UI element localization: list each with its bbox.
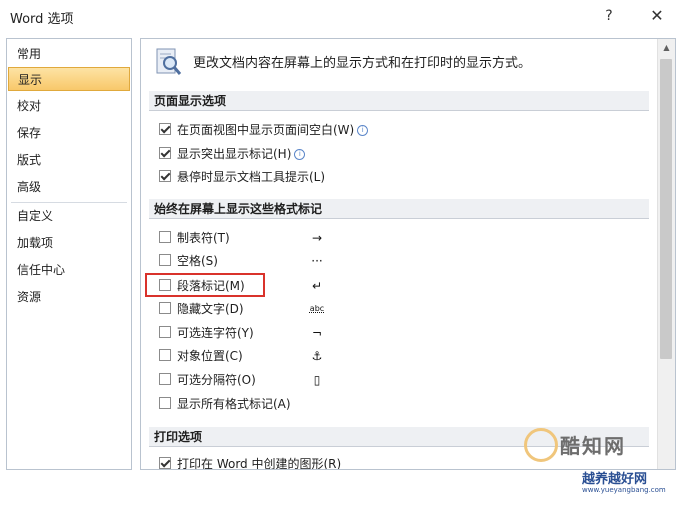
anchor-icon: ⚓ <box>311 349 323 363</box>
checkbox[interactable] <box>159 302 171 314</box>
break-mark-icon: ▯ <box>313 373 321 387</box>
nav-item-advanced[interactable]: 高级 <box>8 175 130 199</box>
annotation-highlight <box>145 273 265 297</box>
watermark-brand: 酷知网 <box>560 434 626 458</box>
hyphen-mark-icon: ¬ <box>311 326 323 340</box>
watermark-brand-secondary: 越养越好网 <box>582 472 648 487</box>
title-bar: Word 选项 ? ✕ <box>0 0 682 32</box>
info-icon: i <box>357 125 369 136</box>
info-icon: i <box>294 149 306 160</box>
checkbox[interactable] <box>159 147 171 159</box>
nav-divider <box>11 202 127 203</box>
hidden-text-icon: abc <box>309 304 325 313</box>
nav-item-proofing[interactable]: 校对 <box>8 94 130 118</box>
option-label: 在页面视图中显示页面间空白(W) <box>177 123 355 137</box>
option-label: 悬停时显示文档工具提示(L) <box>177 170 326 184</box>
section-header-page-display: 页面显示选项 <box>149 91 649 111</box>
option-label: 可选连字符(Y) <box>177 326 254 340</box>
help-button[interactable]: ? <box>594 4 624 28</box>
checkbox[interactable] <box>159 254 171 266</box>
nav-item-trust-center[interactable]: 信任中心 <box>8 258 130 282</box>
option-label: 显示所有格式标记(A) <box>177 397 291 411</box>
scroll-up-icon[interactable]: ▲ <box>658 39 675 56</box>
nav-item-common[interactable]: 常用 <box>8 42 130 66</box>
option-label: 制表符(T) <box>177 231 230 245</box>
space-mark-icon: ··· <box>311 254 323 268</box>
checkbox[interactable] <box>159 457 171 469</box>
nav-item-customize[interactable]: 自定义 <box>8 204 130 228</box>
nav-item-resources[interactable]: 资源 <box>8 285 130 309</box>
checkbox[interactable] <box>159 170 171 182</box>
tab-mark-icon: → <box>311 231 323 245</box>
watermark: 酷知网 越养越好网 www.yueyangbang.com <box>524 424 682 506</box>
option-label: 可选分隔符(O) <box>177 373 256 387</box>
scrollbar-thumb[interactable] <box>660 59 672 359</box>
option-label: 对象位置(C) <box>177 349 243 363</box>
checkbox[interactable] <box>159 123 171 135</box>
checkbox[interactable] <box>159 397 171 409</box>
nav-item-addins[interactable]: 加载项 <box>8 231 130 255</box>
nav-item-typography[interactable]: 版式 <box>8 148 130 172</box>
options-nav: 常用 显示 校对 保存 版式 高级 自定义 加载项 信任中心 资源 <box>6 38 132 470</box>
vertical-scrollbar[interactable]: ▲ <box>657 39 675 469</box>
window-title: Word 选项 <box>10 12 74 27</box>
close-button[interactable]: ✕ <box>642 4 672 28</box>
option-label: 隐藏文字(D) <box>177 302 244 316</box>
watermark-url: www.yueyangbang.com <box>582 486 666 494</box>
section-header-format-marks: 始终在屏幕上显示这些格式标记 <box>149 199 649 219</box>
checkbox[interactable] <box>159 326 171 338</box>
checkbox[interactable] <box>159 349 171 361</box>
nav-item-save[interactable]: 保存 <box>8 121 130 145</box>
magnifier-document-icon <box>156 48 182 75</box>
panel-intro-text: 更改文档内容在屏幕上的显示方式和在打印时的显示方式。 <box>193 56 532 71</box>
nav-item-display[interactable]: 显示 <box>8 67 130 91</box>
watermark-logo-icon <box>524 428 558 462</box>
checkbox[interactable] <box>159 231 171 243</box>
display-options-panel: 更改文档内容在屏幕上的显示方式和在打印时的显示方式。 页面显示选项 在页面视图中… <box>140 38 676 470</box>
option-label: 显示突出显示标记(H) <box>177 147 292 161</box>
checkbox[interactable] <box>159 373 171 385</box>
option-label: 打印在 Word 中创建的图形(R) <box>177 457 342 470</box>
option-label: 空格(S) <box>177 254 218 268</box>
paragraph-mark-icon: ↵ <box>311 279 323 293</box>
